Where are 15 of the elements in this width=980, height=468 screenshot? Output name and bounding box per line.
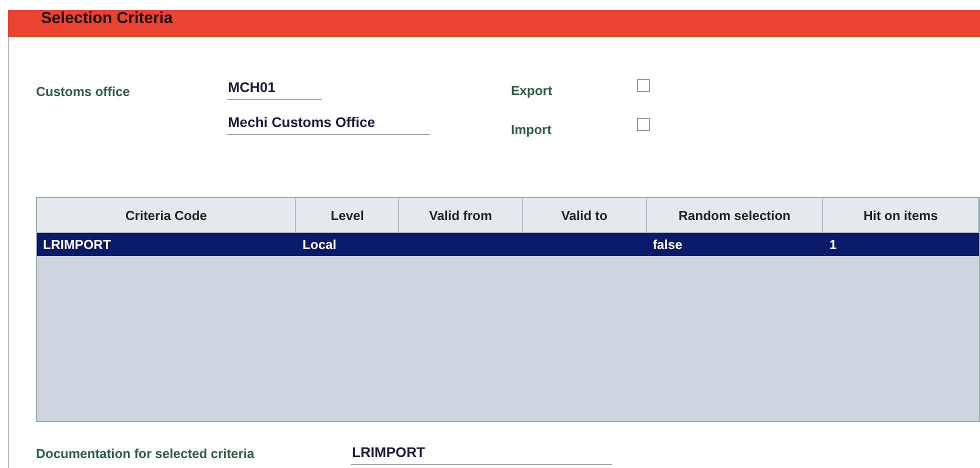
table-cell: false [652, 237, 682, 252]
documentation-field[interactable]: LRIMPORT [351, 444, 612, 465]
office-name-field[interactable]: Mechi Customs Office [227, 114, 430, 135]
table-cell: LRIMPORT [43, 237, 111, 252]
checkbox[interactable] [637, 79, 650, 92]
table-row[interactable]: LRIMPORT Local false 1 [37, 233, 979, 256]
checkbox[interactable] [637, 118, 650, 131]
option-label: Export [511, 83, 554, 98]
option-label: Import [511, 122, 552, 137]
section-title: Selection Criteria [41, 11, 173, 27]
office-code-field[interactable]: MCH01 [227, 79, 322, 100]
field-label: Documentation for selected criteria [36, 445, 256, 461]
table-cell: Local [302, 237, 336, 252]
table-cell: 1 [829, 237, 837, 252]
field-label: Customs office [36, 84, 130, 99]
